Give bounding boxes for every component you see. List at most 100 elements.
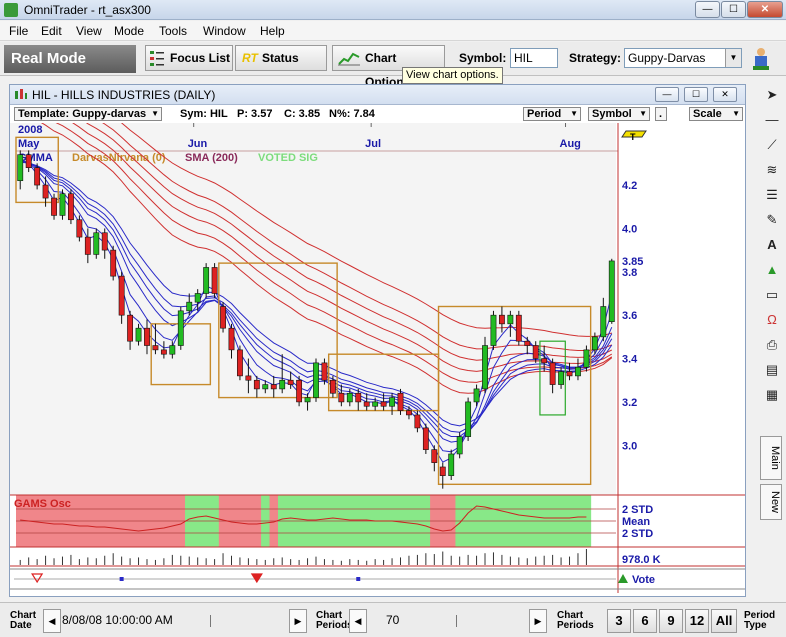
legend-entry: VOTED SIG: [258, 152, 318, 164]
candle-body: [186, 301, 193, 312]
candle-body: [414, 414, 421, 429]
menu-mode[interactable]: Mode: [114, 24, 144, 38]
extra-dropdown[interactable]: .: [655, 107, 667, 121]
candle-body: [101, 232, 108, 251]
bottom-bar: Chart Date ◀ 8/08/08 10:00:00 AM ▶ Chart…: [0, 602, 786, 637]
eraser-icon[interactable]: ▭: [761, 284, 783, 306]
candle-body: [279, 379, 286, 390]
chart-maximize-button[interactable]: ☐: [684, 87, 708, 102]
period-label: Period: [527, 108, 562, 120]
text-icon[interactable]: A: [761, 234, 783, 256]
price-tick-label: 3.4: [622, 354, 638, 366]
period-button-12[interactable]: 12: [685, 609, 709, 633]
candle-body: [144, 327, 150, 346]
candle-body: [152, 345, 159, 351]
period-button-9[interactable]: 9: [659, 609, 683, 633]
period-button-3[interactable]: 3: [607, 609, 631, 633]
horizontal-line-icon[interactable]: —: [761, 109, 783, 131]
candle-body: [296, 379, 303, 403]
chart-area[interactable]: May2008Jun Jul AugGMMA DarvasNirvana (0) SMA…: [10, 123, 745, 596]
month-label: May: [18, 138, 40, 150]
chart-list-icon[interactable]: ☰: [761, 184, 783, 206]
tab-new[interactable]: New: [760, 484, 782, 520]
menu-window[interactable]: Window: [203, 24, 246, 38]
maximize-button[interactable]: ☐: [721, 1, 746, 18]
minimize-button[interactable]: —: [695, 1, 720, 18]
legend-entry: DarvasNirvana (0): [72, 152, 166, 164]
template-value: Template: Guppy-darvas: [18, 108, 147, 120]
candle-body: [304, 397, 311, 403]
candle-body: [448, 453, 455, 476]
menu-help[interactable]: Help: [260, 24, 285, 38]
chart-icon: [338, 50, 360, 66]
candle-body: [600, 306, 607, 338]
chart-close-button[interactable]: ✕: [713, 87, 737, 102]
period-button-all[interactable]: All: [711, 609, 737, 633]
menu-file[interactable]: File: [9, 24, 28, 38]
format-bars-icon[interactable]: ▤: [761, 359, 783, 381]
candle-body: [17, 154, 24, 182]
candle-body: [490, 314, 497, 346]
menu-tools[interactable]: Tools: [159, 24, 187, 38]
cursor-arrow-icon[interactable]: ➤: [761, 84, 783, 106]
candle-body: [110, 249, 117, 277]
edit-chart-icon[interactable]: ✎: [761, 209, 783, 231]
focus-list-button[interactable]: Focus List: [145, 45, 233, 71]
chart-minimize-button[interactable]: —: [655, 87, 679, 102]
triangle-tool-icon[interactable]: ▲: [761, 259, 783, 281]
candle-body: [321, 362, 328, 381]
chart-info-bar: Template: Guppy-darvas ▼ Sym: HIL P: 3.5…: [14, 107, 743, 123]
period-type-label[interactable]: Period Type: [744, 611, 775, 631]
magnet-icon[interactable]: Ω: [761, 309, 783, 331]
template-dropdown[interactable]: Template: Guppy-darvas ▼: [14, 107, 162, 121]
menu-view[interactable]: View: [76, 24, 102, 38]
grid-icon[interactable]: ▦: [761, 384, 783, 406]
candle-body: [262, 384, 269, 390]
osc-label-upper: 2 STD: [622, 504, 653, 516]
candle-body: [194, 293, 201, 303]
print-icon[interactable]: ⎙: [761, 334, 783, 356]
periods-scroll-left[interactable]: ◀: [349, 609, 367, 633]
chart-window-icon: [14, 88, 28, 102]
candle-body: [245, 375, 252, 381]
trendline-icon[interactable]: ⟋: [761, 134, 783, 156]
candle-body: [338, 392, 345, 403]
menu-edit[interactable]: Edit: [41, 24, 62, 38]
symbol-dropdown-label: Symbol: [592, 108, 632, 120]
price-tick-label: 3.6: [622, 310, 637, 322]
period-button-6[interactable]: 6: [633, 609, 657, 633]
period-dropdown[interactable]: Period ▼: [523, 107, 581, 121]
vote-sell-triangle: [250, 573, 263, 584]
candle-body: [397, 392, 404, 411]
scale-label: Scale: [693, 108, 722, 120]
candle-body: [203, 267, 210, 294]
date-scroll-left[interactable]: ◀: [43, 609, 61, 633]
candle-body: [228, 327, 235, 351]
year-label: 2008: [18, 124, 42, 136]
month-label: Jul: [365, 138, 381, 150]
periods-scroll-right[interactable]: ▶: [529, 609, 547, 633]
strategy-select[interactable]: Guppy-Darvas ▼: [624, 48, 742, 68]
candle-body: [532, 345, 539, 359]
price-tick-label: 3.0: [622, 440, 637, 452]
date-slider-track[interactable]: [210, 615, 280, 627]
tab-main[interactable]: Main: [760, 436, 782, 480]
close-button[interactable]: ✕: [747, 1, 783, 18]
date-value: 8/08/08 10:00:00 AM: [62, 613, 173, 627]
candle-body: [211, 267, 218, 294]
symbol-dropdown[interactable]: Symbol ▼: [588, 107, 650, 121]
candle-body: [329, 379, 336, 394]
price-tick-label: 4.2: [622, 180, 637, 192]
scale-dropdown[interactable]: Scale ▼: [689, 107, 743, 121]
status-button[interactable]: RT Status: [235, 45, 327, 71]
symbol-input[interactable]: HIL: [510, 48, 558, 68]
date-scroll-right[interactable]: ▶: [289, 609, 307, 633]
chevron-down-icon: ▼: [639, 109, 647, 118]
wizard-icon[interactable]: [749, 46, 773, 72]
fibonacci-icon[interactable]: ≋: [761, 159, 783, 181]
periods-slider-track[interactable]: [456, 615, 526, 627]
chevron-down-icon[interactable]: ▼: [725, 49, 741, 67]
price-tick-label: 3.8: [622, 267, 637, 279]
candle-body: [34, 167, 41, 186]
menu-bar: File Edit View Mode Tools Window Help: [0, 21, 786, 41]
